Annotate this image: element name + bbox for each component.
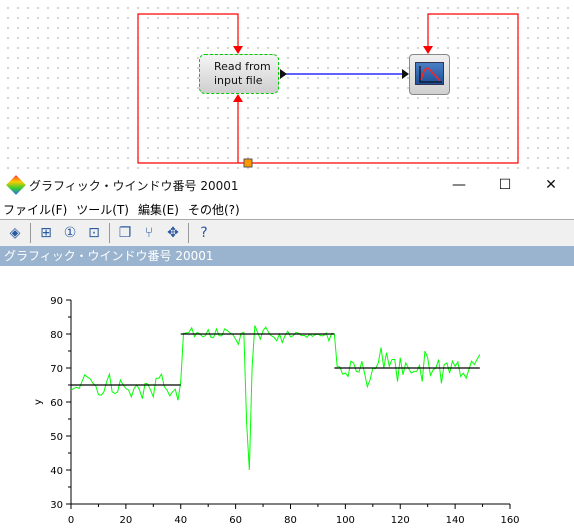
minimize-button[interactable]: — [436, 177, 482, 193]
menu-bar: ファイル(F) ツール(T) 編集(E) その他(?) [0, 200, 574, 220]
zoom-fit-icon[interactable]: ① [60, 223, 80, 243]
x-tick-label: 0 [68, 515, 74, 526]
toolbar: ◈ ⊞ ① ⊡ ❐ ⑂ ✥ ? [0, 220, 574, 246]
y-axis-label: y [33, 399, 44, 405]
info-bar: グラフィック・ウインドウ番号 20001 [0, 246, 574, 266]
x-tick-label: 80 [284, 515, 297, 526]
xcos-diagram-canvas[interactable]: Read from input file [0, 0, 574, 170]
x-tick-label: 160 [500, 515, 519, 526]
read-from-input-file-block[interactable]: Read from input file [199, 54, 279, 94]
window-icon[interactable]: ❐ [115, 223, 135, 243]
help-icon[interactable]: ? [194, 223, 214, 243]
event-link-right [248, 13, 519, 164]
scilab-icon [6, 175, 26, 195]
y-tick-label: 90 [50, 296, 63, 307]
divider [30, 223, 31, 243]
event-output-arrow [233, 94, 243, 102]
y-tick-label: 80 [50, 330, 63, 341]
menu-tools[interactable]: ツール(T) [76, 201, 129, 218]
menu-other[interactable]: その他(?) [188, 201, 240, 218]
pan-icon[interactable]: ✥ [163, 223, 183, 243]
zoom-grid-icon[interactable]: ⊞ [36, 223, 56, 243]
y-tick-label: 70 [50, 364, 63, 375]
y-tick-label: 60 [50, 398, 63, 409]
plot-area[interactable]: 0 20 40 60 80 100 120 140 160 30 40 50 60 70 80 90 y [0, 266, 574, 532]
output-port [280, 69, 287, 79]
y-tick-label: 40 [50, 466, 63, 477]
x-tick-label: 100 [336, 515, 355, 526]
window-title: グラフィック・ウインドウ番号 20001 [29, 178, 239, 193]
maximize-button[interactable]: ☐ [482, 177, 528, 193]
x-tick-label: 120 [391, 515, 410, 526]
scope-event-arrow [423, 46, 433, 54]
y-tick-label: 30 [50, 500, 63, 511]
scope-icon [415, 62, 444, 85]
block-label: Read from [214, 60, 271, 73]
menu-edit[interactable]: 編集(E) [138, 201, 179, 218]
block-label: input file [214, 74, 263, 87]
x-tick-label: 40 [174, 515, 187, 526]
split-point [243, 158, 253, 168]
title-bar: グラフィック・ウインドウ番号 20001 — ☐ ✕ [0, 170, 574, 200]
x-tick-label: 140 [446, 515, 465, 526]
menu-file[interactable]: ファイル(F) [3, 201, 67, 218]
zoom-area-icon[interactable]: ⊡ [84, 223, 104, 243]
x-tick-label: 20 [120, 515, 133, 526]
measured-series-line [70, 325, 481, 471]
close-button[interactable]: ✕ [528, 177, 574, 193]
scope-input-port [402, 69, 409, 79]
y-tick-label: 50 [50, 432, 63, 443]
rotate-icon[interactable]: ◈ [5, 223, 25, 243]
divider [109, 223, 110, 243]
scope-block[interactable] [409, 54, 450, 95]
event-input-arrow [233, 46, 243, 54]
datatip-icon[interactable]: ⑂ [139, 223, 159, 243]
divider [188, 223, 189, 243]
x-tick-label: 60 [229, 515, 242, 526]
